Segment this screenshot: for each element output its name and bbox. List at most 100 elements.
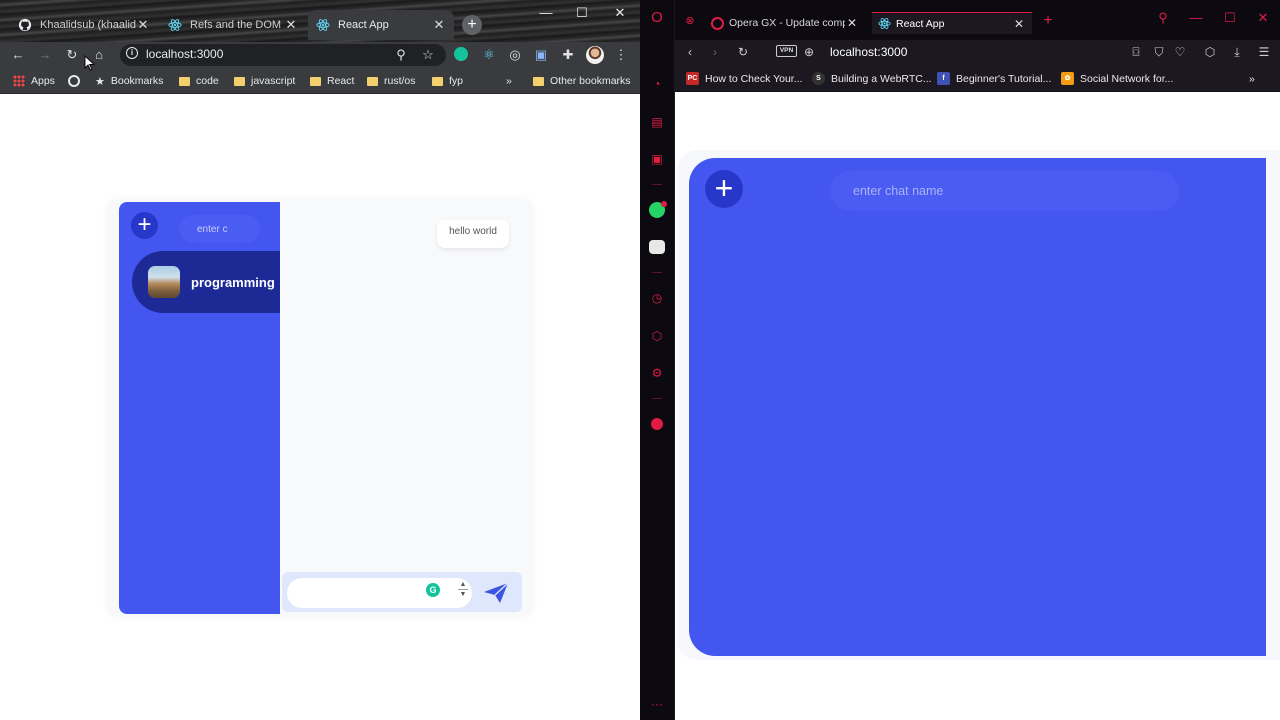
discord-icon[interactable] (649, 240, 665, 254)
reload-icon[interactable]: ↻ (63, 46, 81, 64)
bookmark-bookmarks[interactable]: ★ Bookmarks (95, 73, 163, 89)
minimize-button[interactable]: — (528, 4, 564, 22)
folder-icon (533, 76, 544, 86)
mouse-cursor-icon (84, 55, 96, 71)
zoom-icon[interactable]: ⚲ (392, 46, 410, 64)
react-devtools-icon[interactable]: ⚛ (480, 46, 498, 64)
tab-refs-and-the-dom[interactable]: Refs and the DOM – R ✕ (160, 10, 306, 40)
cube-icon[interactable]: ⬡ (1202, 44, 1218, 60)
download-icon[interactable]: ⤓ (1229, 44, 1245, 60)
tab-workspace-icon[interactable]: ⊗ (683, 14, 697, 28)
tab-label: Opera GX - Update comple (729, 17, 845, 29)
settings-gear-icon[interactable]: ⚙ (649, 365, 665, 381)
bookmark-other[interactable]: Other bookmarks (533, 73, 631, 89)
tab-opera-gx-update[interactable]: Opera GX - Update comple ✕ (705, 12, 865, 34)
close-window-button[interactable]: ✕ (1253, 10, 1273, 26)
bookmark-label: fyp (449, 75, 464, 87)
spinner-down-icon[interactable]: ▼ (457, 590, 469, 599)
bookmark-globe[interactable] (68, 73, 80, 89)
notification-dot (661, 201, 667, 207)
message-bubble: hello world (437, 220, 509, 248)
maximize-button[interactable]: ☐ (1220, 10, 1240, 26)
tab-label: React App (896, 17, 945, 30)
back-icon[interactable]: ← (9, 46, 27, 64)
bookmark-label: Social Network for... (1080, 72, 1174, 85)
bookmark-favicon: f (937, 72, 950, 85)
grammarly-icon[interactable]: G (426, 583, 440, 597)
bookmark-code[interactable]: code (179, 73, 219, 89)
tab-khaalidsub[interactable]: Khaalidsub (khaalid s ✕ (10, 10, 158, 40)
tab-react-app[interactable]: React App ✕ (308, 10, 454, 40)
bookmark-fyp[interactable]: fyp (432, 73, 463, 89)
close-tab-icon[interactable]: ✕ (136, 17, 150, 33)
menu-dots-icon[interactable]: ⋮ (612, 46, 630, 64)
opera-icon (711, 16, 724, 30)
profile-avatar[interactable] (586, 46, 604, 64)
maximize-button[interactable]: ☐ (564, 4, 600, 22)
bookmark-rust-os[interactable]: rust/os (367, 73, 416, 89)
bookmarks-overflow[interactable]: » (506, 73, 512, 89)
camera-icon[interactable]: ⌼ (1128, 44, 1144, 60)
cube-icon[interactable]: ⬡ (649, 328, 665, 344)
number-spinner[interactable]: ▲ ▼ (457, 580, 469, 606)
extensions-puzzle-icon[interactable]: ✚ (559, 46, 577, 64)
close-tab-icon[interactable]: ✕ (1012, 17, 1026, 31)
bookmark-label: rust/os (384, 75, 416, 87)
globe-icon[interactable]: ⊕ (801, 44, 817, 60)
close-tab-icon[interactable]: ✕ (432, 17, 446, 33)
add-chat-button[interactable]: + (705, 170, 743, 208)
send-icon[interactable] (482, 581, 510, 605)
extension-square-icon[interactable]: ▣ (532, 46, 550, 64)
new-tab-button[interactable]: + (1040, 13, 1056, 29)
opera-toolbar (675, 40, 1280, 66)
back-icon[interactable]: ‹ (682, 44, 698, 60)
spinner-up-icon[interactable]: ▲ (457, 580, 469, 589)
bookmark-building-webrtc[interactable]: S Building a WebRTC... (812, 71, 932, 86)
close-window-button[interactable]: ✕ (602, 4, 638, 22)
github-icon (18, 18, 32, 32)
bookmark-social-network[interactable]: ✿ Social Network for... (1061, 71, 1173, 86)
bookmark-label: Building a WebRTC... (831, 72, 932, 85)
bookmark-label: Apps (31, 75, 55, 87)
bookmark-beginners-tutorial[interactable]: f Beginner's Tutorial... (937, 71, 1051, 86)
bookmark-react[interactable]: React (310, 73, 354, 89)
forward-icon[interactable]: › (707, 44, 723, 60)
shield-icon[interactable]: ⛉ (1151, 44, 1167, 60)
opera-logo-icon[interactable]: O (649, 10, 665, 26)
gx-corner-icon[interactable]: ▤ (649, 114, 665, 130)
bookmark-javascript[interactable]: javascript (234, 73, 295, 89)
bookmarks-overflow[interactable]: » (1249, 71, 1255, 86)
react-icon (168, 19, 182, 31)
more-dots-icon[interactable]: ··· (649, 696, 665, 712)
chat-name-input[interactable] (179, 215, 260, 243)
folder-icon (234, 76, 245, 86)
easy-setup-icon[interactable]: ☰ (1256, 44, 1272, 60)
opera-sidebar (640, 0, 675, 720)
reload-icon[interactable]: ↻ (735, 44, 751, 60)
bookmark-favicon: PC (686, 72, 699, 85)
bookmark-apps[interactable]: Apps (13, 73, 55, 89)
gx-control-icon[interactable]: ◔ (649, 76, 665, 92)
chat-name-input[interactable] (830, 171, 1179, 211)
minimize-button[interactable]: — (1186, 10, 1206, 26)
vpn-badge[interactable]: VPN (776, 45, 797, 57)
extension-circle-icon[interactable]: ◎ (506, 46, 524, 64)
close-tab-icon[interactable]: ✕ (284, 17, 298, 33)
bookmark-how-to-check[interactable]: PC How to Check Your... (686, 71, 802, 86)
gx-extension-icon[interactable] (651, 418, 663, 430)
add-chat-button[interactable]: + (131, 212, 158, 239)
address-url[interactable]: localhost:3000 (830, 45, 907, 59)
history-icon[interactable]: ◷ (649, 290, 665, 306)
close-tab-icon[interactable]: ✕ (845, 16, 859, 30)
message-input[interactable] (287, 578, 472, 608)
twitch-icon[interactable]: ▣ (649, 151, 665, 167)
forward-icon[interactable]: → (36, 46, 54, 64)
bookmark-star-icon[interactable]: ☆ (419, 46, 437, 64)
site-info-icon[interactable]: i (126, 47, 138, 59)
chat-item-label: programming (191, 275, 275, 290)
grammarly-extension-icon[interactable] (454, 47, 468, 61)
tab-react-app[interactable]: React App ✕ (872, 12, 1032, 34)
new-tab-button[interactable]: + (462, 15, 482, 35)
search-icon[interactable]: ⚲ (1153, 10, 1173, 26)
heart-icon[interactable]: ♡ (1172, 44, 1188, 60)
